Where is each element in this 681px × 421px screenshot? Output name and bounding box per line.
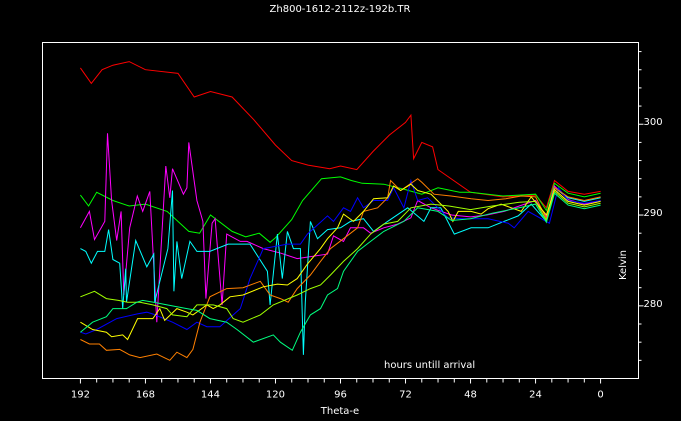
x-tick-label: 120 [266, 390, 285, 401]
y-tick-label: 300 [644, 117, 663, 128]
x-tick-label: 96 [334, 390, 347, 401]
series-line-red [79, 61, 601, 209]
theta-e-chart: Zh800-1612-2112z-192b.TR 192 168 144 120 96 7… [42, 4, 663, 417]
y-axis-label: Kelvin [618, 250, 629, 280]
annotation-hours-until-arrival: hours untill arrival [384, 360, 475, 371]
y-axis: 280 290 300 [638, 51, 663, 361]
x-tick-label: 24 [529, 390, 542, 401]
x-tick-label: 0 [597, 390, 603, 401]
x-tick-label: 192 [71, 390, 90, 401]
series-line-spring-green [80, 192, 601, 352]
x-axis: 192 168 144 120 96 72 48 24 0 [71, 378, 604, 401]
series-layer [79, 61, 601, 361]
x-tick-label: 168 [136, 390, 155, 401]
y-tick-label: 280 [644, 299, 663, 310]
series-line-cyan [80, 186, 601, 355]
chart-title: Zh800-1612-2112z-192b.TR [270, 4, 411, 15]
x-tick-label: 72 [399, 390, 412, 401]
x-tick-label: 48 [464, 390, 477, 401]
series-line-orange [80, 178, 601, 361]
x-tick-label: 144 [201, 390, 220, 401]
y-tick-label: 290 [644, 208, 663, 219]
x-axis-label: Theta-e [320, 406, 359, 417]
